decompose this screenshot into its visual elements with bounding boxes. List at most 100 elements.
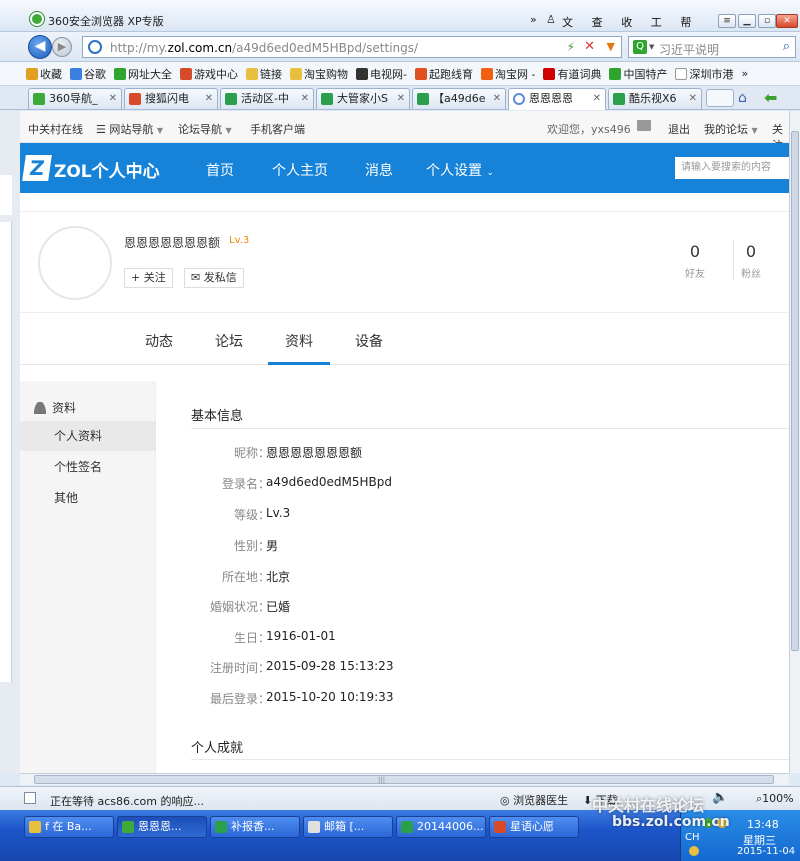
mail-icon[interactable] xyxy=(637,120,651,131)
tab-close-icon[interactable]: ✕ xyxy=(301,89,309,108)
follow-button[interactable]: + 关注 xyxy=(124,268,173,288)
mail-icon xyxy=(308,821,320,833)
tab-close-icon[interactable]: ✕ xyxy=(205,89,213,108)
sidebar-item-other[interactable]: 其他 xyxy=(20,483,156,513)
browser-tab[interactable]: 搜狐闪电 ✕ xyxy=(124,88,218,109)
undo-icon[interactable]: ⬅ xyxy=(764,88,777,107)
fav-item[interactable]: 起跑线育 xyxy=(414,66,473,82)
site-brand[interactable]: ZOL个人中心 xyxy=(54,157,160,182)
browser-tab[interactable]: 360导航_ ✕ xyxy=(28,88,122,109)
fav-item[interactable]: 淘宝网 - xyxy=(480,66,535,82)
browser-tab[interactable]: 酷乐视X6 ✕ xyxy=(608,88,702,109)
minimize-button[interactable]: ▁ xyxy=(738,14,756,28)
speaker-icon[interactable]: 🔈 xyxy=(712,790,728,805)
fav-item[interactable]: 电视网- xyxy=(356,66,407,82)
nav-mobile-client[interactable]: 手机客户端 xyxy=(250,121,305,137)
forward-button[interactable]: ▶ xyxy=(52,37,72,57)
scroll-thumb[interactable] xyxy=(34,775,774,784)
taskbar-item[interactable]: 邮箱 [... xyxy=(303,816,393,838)
menu-arrows-icon[interactable]: » xyxy=(530,13,537,26)
home-icon[interactable]: ⌂ xyxy=(738,90,747,106)
fav-item[interactable]: 深圳市港 xyxy=(675,66,733,82)
nav-site-guide[interactable]: ☰ 网站导航 ▼ xyxy=(96,121,163,137)
clock-time[interactable]: 13:48 xyxy=(747,818,779,831)
url-input[interactable]: http://my.zol.com.cn/a49d6ed0edM5HBpd/se… xyxy=(82,36,622,58)
tab-close-icon[interactable]: ✕ xyxy=(689,89,697,108)
sidebar-item-signature[interactable]: 个性签名 xyxy=(20,452,156,482)
new-tab-button[interactable] xyxy=(706,89,734,107)
fav-item[interactable]: 游戏中心 xyxy=(180,66,238,82)
tab-activity[interactable]: 动态 xyxy=(145,331,173,351)
vertical-scrollbar[interactable] xyxy=(789,111,800,773)
tab-devices[interactable]: 设备 xyxy=(355,331,383,351)
tab-close-icon[interactable]: ✕ xyxy=(593,89,601,108)
close-button[interactable]: ✕ xyxy=(776,14,798,28)
search-placeholder: 习近平说明 xyxy=(659,43,720,57)
url-dropdown-icon[interactable]: ▼ xyxy=(607,40,615,53)
taskbar-item[interactable]: 星语心愿 xyxy=(489,816,579,838)
fav-item[interactable]: 中国特产 xyxy=(609,66,667,82)
tab-close-icon[interactable]: ✕ xyxy=(109,89,117,108)
header-search-input[interactable]: 请输入要搜索的内容 xyxy=(675,157,789,179)
taskbar-item[interactable]: 20144006... xyxy=(396,816,486,838)
site-top-nav: 中关村在线 ☰ 网站导航 ▼ 论坛导航 ▼ 手机客户端 欢迎您，yxs496 退… xyxy=(20,111,789,152)
clock-date: 2015-11-04 xyxy=(737,846,796,857)
search-input[interactable]: Q ▼ 习近平说明 ⌕ xyxy=(628,36,796,58)
avatar[interactable] xyxy=(38,226,112,300)
header-nav-home[interactable]: 首页 xyxy=(206,160,234,180)
browser-tab[interactable]: 大管家小S ✕ xyxy=(316,88,410,109)
info-row: 等级： Lv.3 xyxy=(156,506,789,526)
person-icon[interactable]: ♙ xyxy=(546,13,556,26)
maximize-button[interactable]: ▫ xyxy=(758,14,776,28)
nav-forum-guide[interactable]: 论坛导航 ▼ xyxy=(178,121,232,137)
nav-zol-home[interactable]: 中关村在线 xyxy=(28,121,83,137)
side-ad[interactable] xyxy=(0,175,12,215)
info-row: 生日： 1916-01-01 xyxy=(156,629,789,649)
header-nav-profile[interactable]: 个人主页 xyxy=(272,160,328,180)
stop-icon[interactable]: ✕ xyxy=(584,39,595,54)
tab-forum[interactable]: 论坛 xyxy=(215,331,243,351)
zoom-level[interactable]: ⌕100% xyxy=(756,792,794,806)
tab-favicon xyxy=(613,93,625,105)
my-forum-link[interactable]: 我的论坛 ▼ xyxy=(704,121,758,137)
fav-item[interactable]: 链接 xyxy=(246,66,282,82)
engine-dropdown-icon[interactable]: ▼ xyxy=(649,43,654,51)
tab-profile-info[interactable]: 资料 xyxy=(285,331,313,351)
fans-stat[interactable]: 0 粉丝 xyxy=(731,242,771,280)
friends-stat[interactable]: 0 好友 xyxy=(675,242,715,280)
back-button[interactable]: ◀ xyxy=(28,35,52,59)
speed-mode-icon[interactable]: ⚡ xyxy=(567,40,575,54)
globe-icon xyxy=(88,40,102,54)
taskbar-item[interactable]: f 在 Ba... xyxy=(24,816,114,838)
taskbar-item-active[interactable]: 恩恩恩... xyxy=(117,816,207,838)
taskbar-item[interactable]: 补报香... xyxy=(210,816,300,838)
browser-tab-active[interactable]: 恩恩恩恩 ✕ xyxy=(508,88,606,110)
fav-item[interactable]: 网址大全 xyxy=(114,66,172,82)
search-icon[interactable]: ⌕ xyxy=(783,39,790,54)
scroll-thumb[interactable] xyxy=(791,131,799,651)
tray-icon[interactable] xyxy=(689,846,699,856)
send-message-button[interactable]: ✉ 发私信 xyxy=(184,268,244,288)
browser-tab[interactable]: 【a49d6e ✕ xyxy=(412,88,506,109)
search-engine-icon[interactable]: Q xyxy=(633,40,647,54)
browser-tab[interactable]: 活动区-中 ✕ xyxy=(220,88,314,109)
header-nav-messages[interactable]: 消息 xyxy=(365,160,393,180)
logout-link[interactable]: 退出 xyxy=(668,121,690,137)
fav-item[interactable]: 有道词典 xyxy=(543,66,601,82)
side-strip xyxy=(0,111,20,773)
tab-close-icon[interactable]: ✕ xyxy=(397,89,405,108)
tab-close-icon[interactable]: ✕ xyxy=(493,89,501,108)
divider xyxy=(191,759,789,760)
fav-item[interactable]: 收藏 xyxy=(26,66,62,82)
fav-more-icon[interactable]: » xyxy=(741,67,748,80)
fav-item[interactable]: 谷歌 xyxy=(70,66,106,82)
fav-item[interactable]: 淘宝购物 xyxy=(290,66,348,82)
header-nav-settings[interactable]: 个人设置 ⌄ xyxy=(426,160,494,180)
language-indicator[interactable]: CH xyxy=(685,832,700,843)
tab-favicon xyxy=(321,93,333,105)
zol-logo-icon[interactable]: Z xyxy=(22,155,52,181)
browser-doctor-button[interactable]: ◎ 浏览器医生 xyxy=(500,792,568,808)
sidebar-item-personal-info[interactable]: 个人资料 xyxy=(20,421,156,451)
menu-toggle-button[interactable]: ≡ xyxy=(718,14,736,28)
horizontal-scrollbar[interactable]: ||| xyxy=(20,773,789,785)
